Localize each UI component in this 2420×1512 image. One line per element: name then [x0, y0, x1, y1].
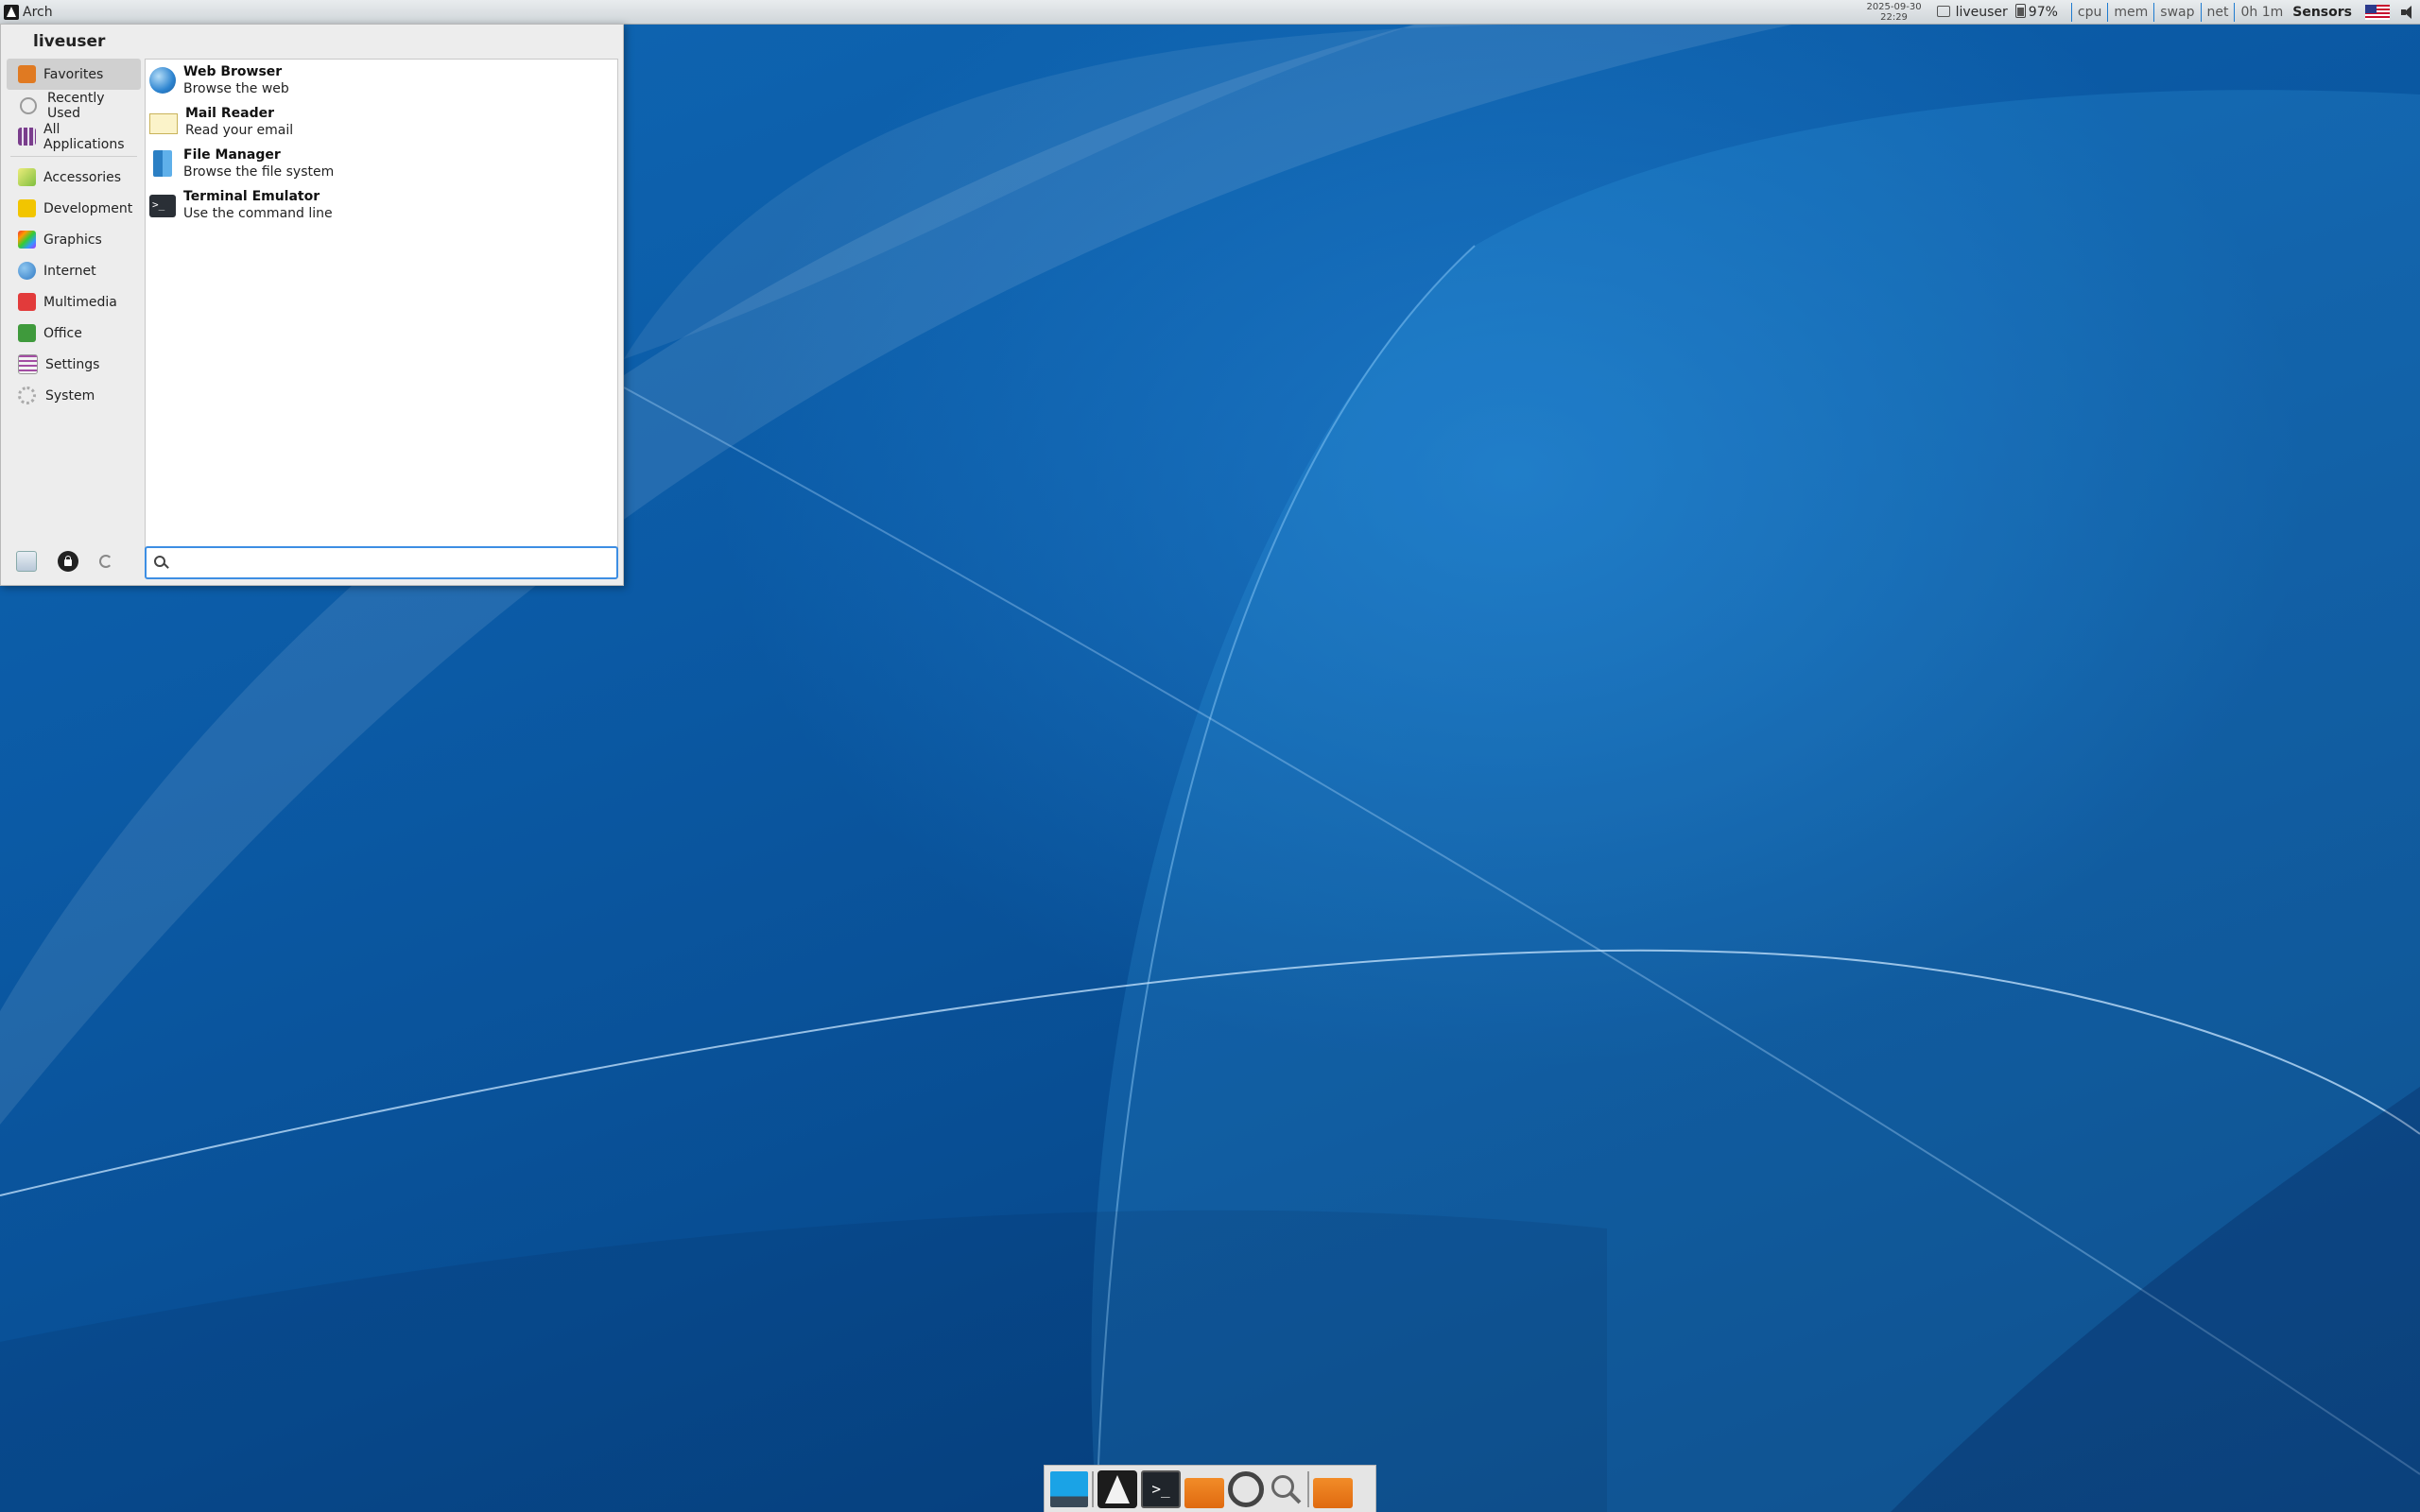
file-manager-icon — [153, 150, 172, 177]
cpu-monitor[interactable]: cpu — [2078, 5, 2101, 20]
arch-icon[interactable] — [1098, 1469, 1137, 1508]
category-graphics[interactable]: Graphics — [7, 224, 141, 255]
menu-action-buttons — [16, 551, 133, 572]
net-monitor[interactable]: net — [2207, 5, 2229, 20]
category-label: Favorites — [43, 66, 104, 82]
show-desktop-icon[interactable] — [1050, 1470, 1088, 1507]
category-label: Recently Used — [47, 90, 105, 121]
category-settings[interactable]: Settings — [7, 349, 141, 380]
clock-time: 22:29 — [1880, 11, 1908, 23]
panel-separator — [2070, 2, 2072, 22]
app-terminal-emulator[interactable]: >_ Terminal Emulator Use the command lin… — [146, 184, 617, 226]
grid-icon — [18, 128, 36, 146]
menu-username: liveuser — [33, 32, 106, 51]
category-favorites[interactable]: Favorites — [7, 59, 141, 90]
terminal-icon[interactable]: >_ — [1141, 1469, 1181, 1508]
clock-icon — [20, 96, 37, 114]
category-label: Multimedia — [43, 294, 117, 310]
app-description: Use the command line — [183, 206, 333, 221]
app-mail-reader[interactable]: Mail Reader Read your email — [146, 101, 617, 143]
app-name: Web Browser — [183, 64, 283, 79]
category-office[interactable]: Office — [7, 318, 141, 349]
category-label: Accessories — [43, 169, 122, 185]
search-input[interactable] — [175, 549, 616, 576]
folder-icon[interactable] — [1313, 1477, 1353, 1508]
application-list: Web Browser Browse the web Mail Reader R… — [145, 59, 618, 564]
sensors-plugin[interactable]: Sensors — [2292, 5, 2352, 20]
category-label: Graphics — [43, 232, 102, 248]
app-web-browser[interactable]: Web Browser Browse the web — [146, 60, 617, 101]
folder-icon[interactable] — [1184, 1477, 1224, 1508]
system-tray: 2025-09-30 22:29 liveuser 97% cpu mem sw… — [1857, 0, 2420, 24]
multimedia-icon — [18, 293, 36, 311]
bottom-dock: >_ — [1044, 1465, 1376, 1512]
category-system[interactable]: System — [7, 380, 141, 411]
applications-menu-button[interactable]: Arch — [0, 0, 57, 24]
search-icon — [154, 555, 169, 571]
swap-monitor[interactable]: swap — [2160, 5, 2194, 20]
app-name: Mail Reader — [185, 106, 274, 121]
graphics-icon — [18, 231, 36, 249]
clock[interactable]: 2025-09-30 22:29 — [1866, 2, 1921, 23]
favorites-icon — [18, 65, 36, 83]
category-label: All Applications — [43, 121, 125, 152]
user-switcher[interactable]: liveuser — [1936, 4, 2008, 20]
development-icon — [18, 199, 36, 217]
clock-date: 2025-09-30 — [1866, 1, 1922, 12]
applications-menu-label: Arch — [23, 4, 53, 20]
category-recently-used[interactable]: Recently Used — [7, 90, 141, 121]
envelope-icon — [149, 113, 178, 134]
system-icon — [18, 387, 36, 404]
panel-separator — [2107, 2, 2109, 22]
category-accessories[interactable]: Accessories — [7, 162, 141, 193]
accessories-icon — [18, 168, 36, 186]
top-panel: Arch 2025-09-30 22:29 liveuser 97% cpu m… — [0, 0, 2420, 25]
category-all-applications[interactable]: All Applications — [7, 121, 141, 152]
app-description: Browse the file system — [183, 164, 335, 180]
battery-icon — [2014, 4, 2026, 18]
category-divider — [10, 156, 137, 157]
panel-separator — [2200, 2, 2202, 22]
category-development[interactable]: Development — [7, 193, 141, 224]
category-label: System — [45, 387, 95, 404]
app-name: File Manager — [183, 147, 281, 163]
battery-percent: 97% — [2028, 5, 2058, 20]
refresh-icon[interactable] — [99, 555, 112, 568]
search-icon[interactable] — [1268, 1471, 1304, 1507]
search-field[interactable] — [145, 546, 618, 579]
globe-icon — [149, 67, 176, 94]
arch-logo-icon — [4, 4, 19, 20]
app-file-manager[interactable]: File Manager Browse the file system — [146, 143, 617, 184]
category-label: Internet — [43, 263, 96, 279]
app-name: Terminal Emulator — [183, 189, 320, 204]
app-description: Read your email — [185, 123, 294, 138]
panel-separator — [2153, 2, 2155, 22]
lock-screen-icon[interactable] — [58, 551, 78, 572]
category-list: Favorites Recently Used All Applications… — [7, 59, 141, 411]
settings-manager-icon[interactable] — [16, 551, 37, 572]
settings-icon — [18, 354, 38, 374]
dock-separator — [1092, 1470, 1094, 1507]
application-menu: liveuser Favorites Recently Used All App… — [0, 24, 624, 586]
web-browser-icon[interactable] — [1228, 1470, 1264, 1507]
mem-monitor[interactable]: mem — [2114, 5, 2148, 20]
category-label: Settings — [45, 356, 100, 372]
category-internet[interactable]: Internet — [7, 255, 141, 286]
user-label: liveuser — [1955, 4, 2008, 20]
terminal-icon: >_ — [149, 195, 176, 217]
app-description: Browse the web — [183, 81, 289, 96]
category-multimedia[interactable]: Multimedia — [7, 286, 141, 318]
keyboard-layout-flag-icon[interactable] — [2365, 4, 2390, 20]
panel-separator — [2234, 2, 2236, 22]
user-icon — [1936, 5, 1950, 17]
office-icon — [18, 324, 36, 342]
internet-icon — [18, 262, 36, 280]
dock-separator — [1307, 1470, 1309, 1507]
category-label: Development — [43, 200, 133, 216]
volume-icon[interactable] — [2399, 4, 2416, 21]
battery-indicator[interactable]: 97% — [2014, 4, 2058, 20]
category-label: Office — [43, 325, 82, 341]
uptime-label: 0h 1m — [2240, 4, 2284, 20]
